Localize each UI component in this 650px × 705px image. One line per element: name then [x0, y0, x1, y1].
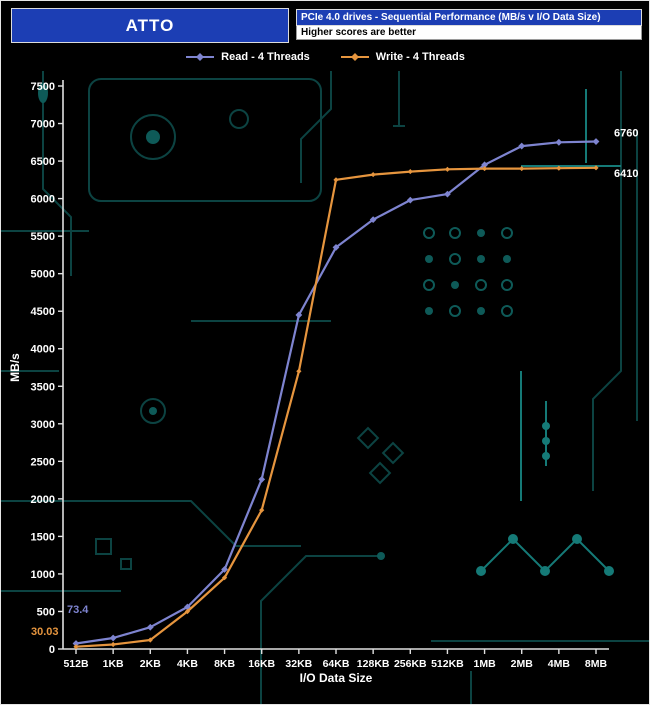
x-tick-label: 128KB	[357, 658, 390, 670]
data-point-marker	[519, 165, 525, 172]
y-tick-label: 1000	[31, 569, 55, 581]
legend-marker-write	[340, 53, 369, 61]
y-tick-label: 6500	[31, 156, 55, 168]
x-tick-label: 256KB	[394, 658, 427, 670]
series-write-start-value: 30.03	[31, 626, 59, 638]
data-point-marker	[333, 177, 339, 183]
y-tick-label: 5500	[31, 231, 55, 243]
y-tick-label: 4500	[31, 306, 55, 318]
legend-marker-read	[186, 53, 215, 61]
x-tick-label: 32KB	[285, 658, 312, 670]
y-tick-label: 3500	[31, 381, 55, 393]
x-tick-label: 16KB	[248, 658, 275, 670]
chart-title: PCIe 4.0 drives - Sequential Performance…	[296, 9, 642, 26]
data-point-marker	[593, 165, 599, 171]
x-tick-label: 2MB	[511, 658, 534, 670]
chart-subtitle: Higher scores are better	[296, 26, 642, 40]
y-tick-label: 0	[49, 644, 55, 656]
chart-legend: Read - 4 Threads Write - 4 Threads	[1, 48, 649, 66]
x-tick-label: 512B	[63, 658, 89, 670]
data-point-marker	[555, 138, 563, 146]
data-point-marker	[258, 475, 266, 483]
y-tick-label: 4000	[31, 344, 55, 356]
x-tick-label: 64KB	[323, 658, 350, 670]
data-point-marker	[556, 165, 562, 171]
header: ATTO PCIe 4.0 drives - Sequential Perfor…	[1, 1, 649, 47]
title-block: PCIe 4.0 drives - Sequential Performance…	[296, 9, 642, 40]
app-badge: ATTO	[11, 8, 289, 43]
y-tick-label: 500	[37, 606, 55, 618]
y-tick-label: 6000	[31, 194, 55, 206]
y-axis-title: MB/s	[8, 353, 22, 382]
axes	[62, 80, 609, 650]
y-tick-label: 7500	[31, 81, 55, 93]
x-tick-label: 4MB	[548, 658, 571, 670]
y-tick-label: 3000	[31, 419, 55, 431]
data-point-marker	[444, 166, 451, 172]
app-name: ATTO	[125, 15, 175, 35]
x-axis-title: I/O Data Size	[300, 671, 373, 685]
series-read-line	[72, 138, 600, 647]
x-tick-label: 4KB	[177, 658, 198, 670]
performance-chart: 0 500 1000 1500 2000 2500 3000 3500 4000 4500 5000…	[8, 80, 638, 685]
series-read-start-value: 73.4	[67, 604, 89, 616]
y-tick-label: 5000	[31, 269, 55, 281]
y-tick-label: 7000	[31, 119, 55, 131]
legend-item-read: Read - 4 Threads	[185, 51, 310, 63]
y-tick-label: 1500	[31, 531, 55, 543]
series-write-end-value: 6410	[614, 168, 638, 180]
legend-item-write: Write - 4 Threads	[340, 51, 465, 63]
series-read-end-value: 6760	[614, 128, 638, 140]
chart-area: 0 500 1000 1500 2000 2500 3000 3500 4000 4500 5000…	[1, 71, 649, 704]
x-tick-label: 1MB	[473, 658, 496, 670]
benchmark-page: ATTO PCIe 4.0 drives - Sequential Perfor…	[0, 0, 650, 705]
legend-label-read: Read - 4 Threads	[221, 51, 310, 63]
data-point-marker	[592, 138, 600, 145]
series-write-line	[73, 165, 599, 650]
data-point-marker	[110, 641, 116, 648]
y-tick-label: 2000	[31, 494, 55, 506]
x-axis-ticks: 512B 1KB 2KB 4KB 8KB 16KB 32KB 64KB 128KB 256KB 51…	[63, 649, 608, 670]
x-tick-label: 512KB	[431, 658, 464, 670]
x-tick-label: 8MB	[585, 658, 608, 670]
data-point-marker	[109, 634, 117, 642]
legend-label-write: Write - 4 Threads	[375, 51, 465, 63]
y-tick-label: 2500	[31, 456, 55, 468]
y-axis-ticks: 0 500 1000 1500 2000 2500 3000 3500 4000 4500 5000…	[31, 81, 63, 656]
x-tick-label: 8KB	[214, 658, 235, 670]
x-tick-label: 2KB	[140, 658, 161, 670]
x-tick-label: 1KB	[103, 658, 124, 670]
data-point-marker	[296, 368, 302, 374]
data-point-marker	[407, 168, 413, 175]
data-point-marker	[370, 171, 376, 178]
